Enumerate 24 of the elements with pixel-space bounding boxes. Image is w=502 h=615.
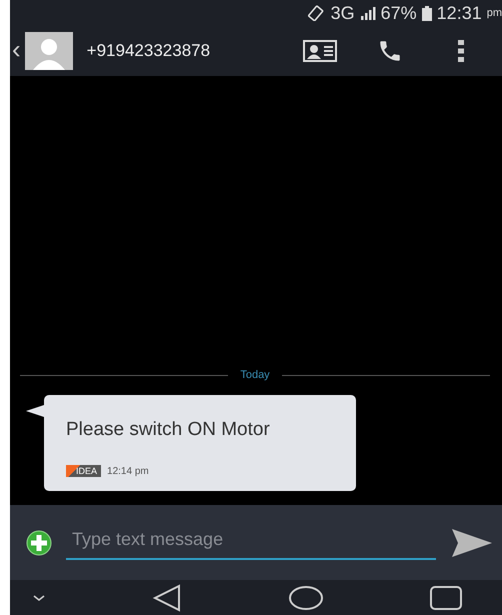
add-attachment-icon[interactable] xyxy=(26,530,52,556)
message-input[interactable]: Type text message xyxy=(66,525,436,560)
more-options-icon[interactable] xyxy=(456,39,465,63)
battery-icon xyxy=(422,6,432,20)
message-text: Please switch ON Motor xyxy=(66,419,271,441)
avatar-icon xyxy=(24,32,73,70)
message-time: 12:14 pm xyxy=(107,466,149,476)
network-type: 3G xyxy=(330,2,355,24)
home-nav-icon[interactable] xyxy=(288,584,324,610)
signal-icon xyxy=(360,6,376,20)
back-button[interactable]: ‹ xyxy=(10,34,23,64)
contact-number: +919423323878 xyxy=(86,41,212,61)
clock-suffix: pm xyxy=(486,7,502,19)
send-icon[interactable] xyxy=(450,526,492,558)
date-divider: Today xyxy=(240,369,270,381)
contact-card-icon[interactable] xyxy=(302,40,337,62)
recents-nav-icon[interactable] xyxy=(430,586,462,610)
message-composer[interactable]: Type text message xyxy=(10,505,502,580)
rotation-icon xyxy=(308,5,326,21)
carrier-label: IDEA xyxy=(66,465,102,477)
clock: 12:31 xyxy=(436,2,482,24)
back-nav-icon[interactable] xyxy=(152,584,182,612)
hide-keyboard-icon[interactable] xyxy=(32,594,46,602)
battery-percent: 67% xyxy=(380,2,417,24)
